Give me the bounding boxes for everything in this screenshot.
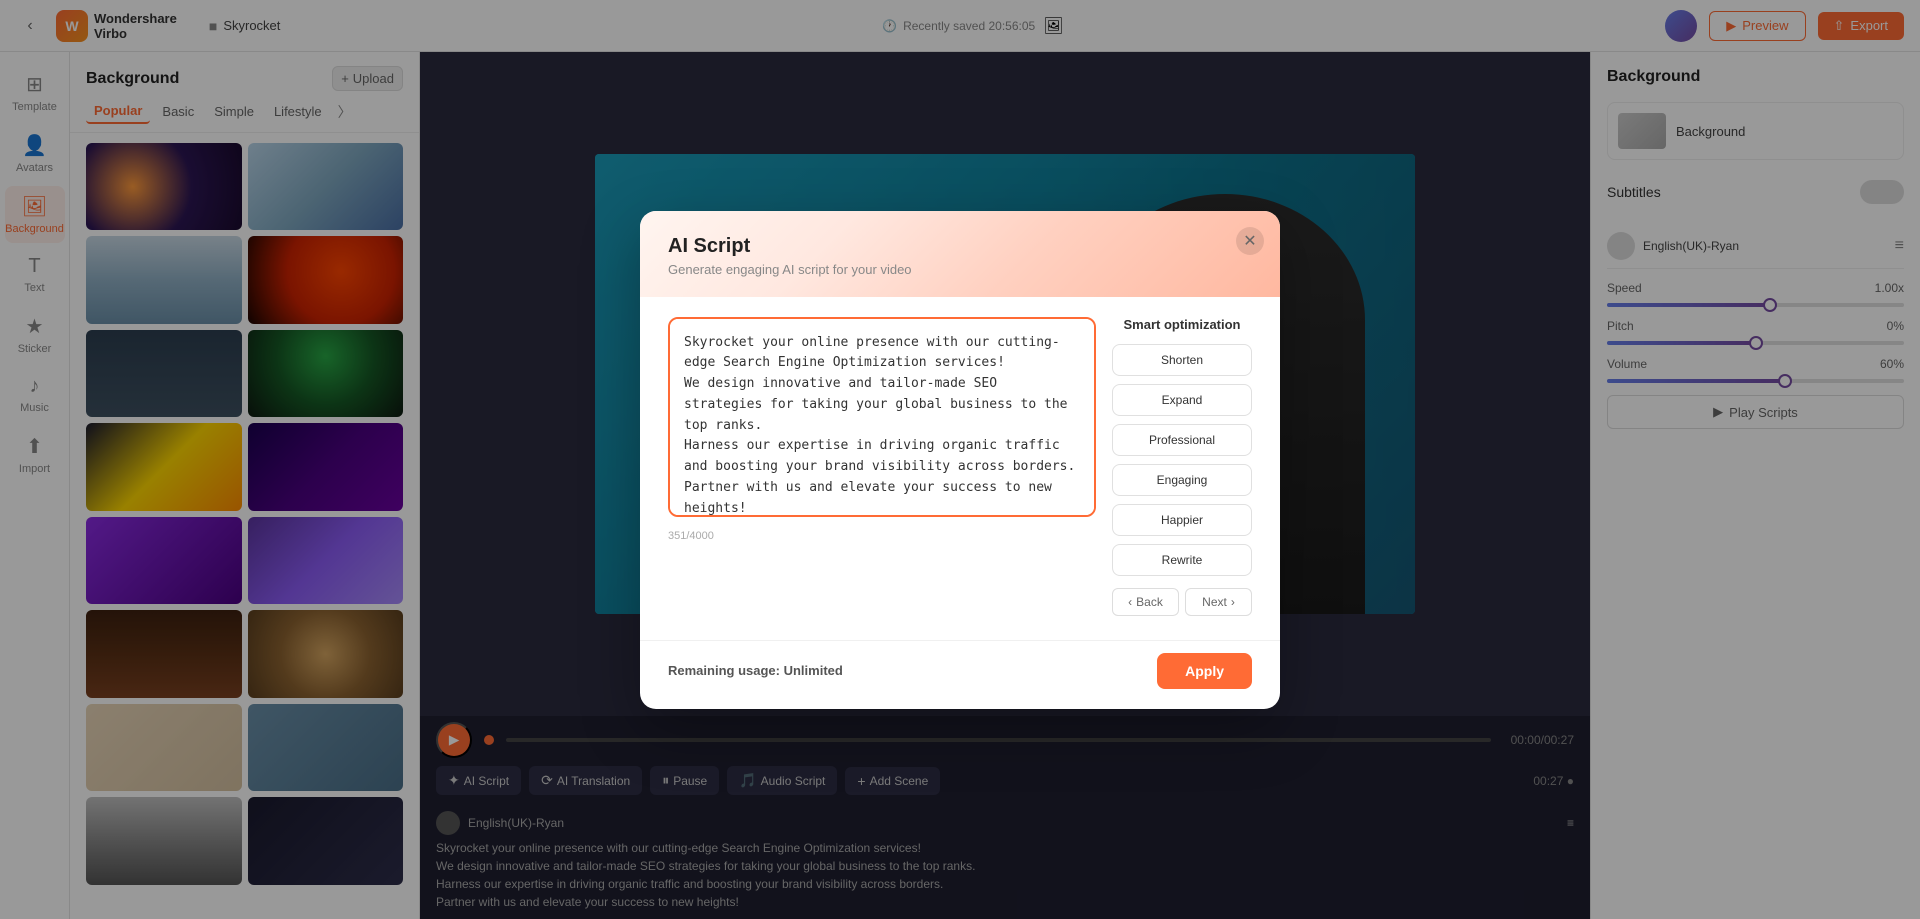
apply-label: Apply	[1185, 663, 1224, 679]
modal-overlay: AI Script Generate engaging AI script fo…	[0, 0, 1920, 919]
remaining-value: Unlimited	[784, 663, 843, 678]
professional-label: Professional	[1149, 433, 1215, 447]
back-label: Back	[1136, 595, 1163, 609]
modal-textarea-wrap: Skyrocket your online presence with our …	[668, 317, 1096, 616]
close-icon: ✕	[1243, 231, 1256, 251]
modal-close-button[interactable]: ✕	[1236, 227, 1264, 255]
modal-title: AI Script	[668, 235, 1252, 258]
remaining-label: Remaining usage:	[668, 663, 780, 678]
shorten-label: Shorten	[1161, 353, 1203, 367]
ai-script-modal: AI Script Generate engaging AI script fo…	[640, 211, 1280, 709]
next-nav-button[interactable]: Next ›	[1185, 588, 1252, 616]
back-nav-button[interactable]: ‹ Back	[1112, 588, 1179, 616]
modal-textarea[interactable]: Skyrocket your online presence with our …	[668, 317, 1096, 517]
modal-header: AI Script Generate engaging AI script fo…	[640, 211, 1280, 297]
nav-buttons: ‹ Back Next ›	[1112, 588, 1252, 616]
engaging-label: Engaging	[1157, 473, 1208, 487]
modal-subtitle: Generate engaging AI script for your vid…	[668, 262, 1252, 277]
opt-expand-button[interactable]: Expand	[1112, 384, 1252, 416]
opt-engaging-button[interactable]: Engaging	[1112, 464, 1252, 496]
remaining-usage: Remaining usage: Unlimited	[668, 663, 843, 678]
back-chevron-icon: ‹	[1128, 595, 1132, 609]
rewrite-label: Rewrite	[1162, 553, 1203, 567]
opt-rewrite-button[interactable]: Rewrite	[1112, 544, 1252, 576]
smart-opt-title: Smart optimization	[1112, 317, 1252, 332]
smart-optimization-panel: Smart optimization Shorten Expand Profes…	[1112, 317, 1252, 616]
char-count: 351/4000	[668, 528, 1096, 544]
opt-professional-button[interactable]: Professional	[1112, 424, 1252, 456]
expand-label: Expand	[1162, 393, 1203, 407]
opt-happier-button[interactable]: Happier	[1112, 504, 1252, 536]
modal-body: Skyrocket your online presence with our …	[640, 297, 1280, 640]
opt-shorten-button[interactable]: Shorten	[1112, 344, 1252, 376]
modal-footer: Remaining usage: Unlimited Apply	[640, 640, 1280, 709]
next-label: Next	[1202, 595, 1227, 609]
apply-button[interactable]: Apply	[1157, 653, 1252, 689]
happier-label: Happier	[1161, 513, 1203, 527]
next-chevron-icon: ›	[1231, 595, 1235, 609]
